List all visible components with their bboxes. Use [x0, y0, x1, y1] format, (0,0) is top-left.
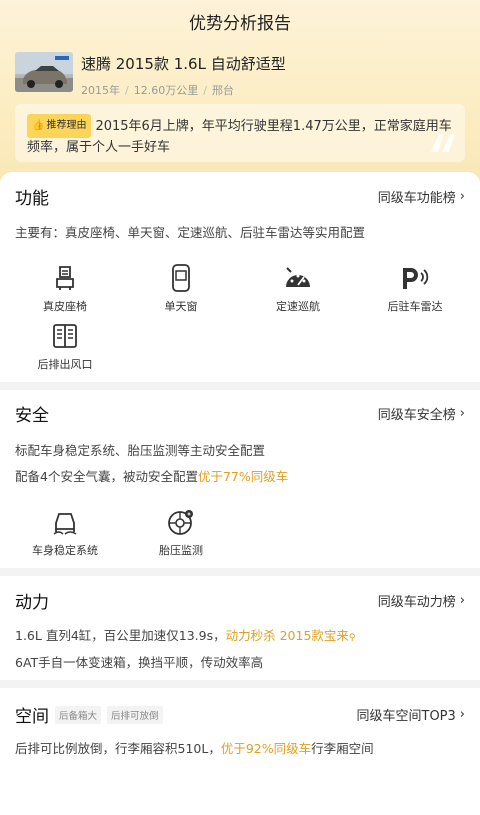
chevron-right-icon: › — [459, 593, 465, 608]
space-tag: 后备箱大 — [55, 705, 102, 724]
feature-label: 定速巡航 — [276, 300, 320, 313]
chevron-right-icon: › — [459, 707, 465, 722]
recommend-badge: 👍 推荐理由 — [27, 114, 92, 138]
power-highlight[interactable]: 动力秒杀 2015款宝来 — [226, 628, 349, 643]
sunroof-icon — [126, 264, 236, 292]
cruise-icon — [243, 264, 353, 292]
recommend-reason: 👍 推荐理由 2015年6月上牌，年平均行驶里程1.47万公里，正常家庭用车频率，属… — [15, 104, 465, 162]
feature-label: 单天窗 — [164, 300, 198, 313]
power-line-1: 1.6L 直列4缸，百公里加速仅13.9s，动力秒杀 2015款宝来⚲ — [15, 625, 356, 644]
power-rank-label: 同级车动力榜 — [377, 595, 456, 610]
feature-label: 胎压监测 — [159, 544, 203, 557]
quote-icon — [427, 130, 457, 158]
safety-highlight: 优于77%同级车 — [197, 469, 289, 484]
feature-label: 真皮座椅 — [43, 300, 87, 313]
stability-icon — [10, 508, 120, 536]
car-mileage: 12.60万公里 — [133, 84, 199, 97]
safety-line-2: 配备4个安全气囊，被动安全配置优于77%同级车 — [15, 466, 288, 485]
search-icon: ⚲ — [348, 633, 356, 643]
car-summary: 速腾 2015款 1.6L 自动舒适型 2015年/12.60万公里 / 邢台 — [15, 52, 286, 98]
function-title: 功能 — [15, 189, 49, 209]
space-line-text: 后排可比例放倒，行李厢容积510L， — [15, 741, 221, 756]
safety-title: 安全 — [15, 406, 49, 426]
power-card: 动力 同级车动力榜 › 1.6L 直列4缸，百公里加速仅13.9s，动力秒杀 20… — [0, 576, 480, 680]
tire-pressure-icon — [126, 508, 236, 536]
safety-rank-label: 同级车安全榜 — [377, 408, 456, 423]
feature-label: 后驻车雷达 — [387, 300, 443, 313]
power-rank-link[interactable]: 同级车动力榜 › — [378, 591, 465, 610]
safety-line-2-text: 配备4个安全气囊，被动安全配置 — [15, 469, 198, 484]
feature-item: 胎压监测 — [126, 508, 236, 558]
power-title: 动力 — [15, 593, 49, 613]
space-line: 后排可比例放倒，行李厢容积510L，优于92%同级车行李厢空间 — [15, 738, 374, 757]
space-line-suffix: 行李厢空间 — [311, 741, 374, 756]
thumbs-up-icon: 👍 — [32, 120, 45, 131]
car-city: 邢台 — [211, 84, 234, 97]
car-thumbnail — [15, 52, 73, 92]
function-rank-label: 同级车功能榜 — [377, 191, 456, 206]
function-card: 功能 同级车功能榜 › 主要有：真皮座椅、单天窗、定速巡航、后驻车雷达等实用配置 … — [0, 172, 480, 382]
feature-item: 单天窗 — [126, 264, 236, 314]
safety-rank-link[interactable]: 同级车安全榜 › — [378, 404, 465, 423]
recommend-badge-label: 推荐理由 — [46, 120, 87, 131]
power-line-1-text: 1.6L 直列4缸，百公里加速仅13.9s， — [15, 628, 226, 643]
safety-line-1: 标配车身稳定系统、胎压监测等主动安全配置 — [15, 443, 266, 458]
seat-icon — [10, 264, 120, 292]
function-summary: 主要有：真皮座椅、单天窗、定速巡航、后驻车雷达等实用配置 — [15, 225, 366, 240]
space-title: 空间 — [15, 707, 49, 727]
car-meta: 2015年/12.60万公里 / 邢台 — [81, 84, 234, 97]
chevron-right-icon: › — [459, 406, 465, 421]
air-vent-icon — [10, 322, 120, 350]
section-divider — [0, 382, 480, 390]
feature-item: 后驻车雷达 — [360, 264, 470, 314]
space-tag: 后排可放倒 — [107, 705, 163, 724]
safety-card: 安全 同级车安全榜 › 标配车身稳定系统、胎压监测等主动安全配置 配备4个安全气囊… — [0, 390, 480, 568]
feature-item: 后排出风口 — [10, 322, 120, 372]
page-title: 优势分析报告 — [189, 14, 291, 34]
chevron-right-icon: › — [459, 189, 465, 204]
parking-radar-icon — [360, 264, 470, 292]
section-divider — [0, 568, 480, 576]
car-name: 速腾 2015款 1.6L 自动舒适型 — [81, 55, 286, 73]
power-line-2: 6AT手自一体变速箱，换挡平顺，传动效率高 — [15, 655, 264, 670]
function-rank-link[interactable]: 同级车功能榜 › — [378, 187, 465, 206]
feature-item: 车身稳定系统 — [10, 508, 120, 558]
space-card: 空间 后备箱大 后排可放倒 同级车空间TOP3 › 后排可比例放倒，行李厢容积51… — [0, 688, 480, 815]
space-rank-link[interactable]: 同级车空间TOP3 › — [357, 705, 466, 724]
section-divider — [0, 680, 480, 688]
space-highlight: 优于92%同级车 — [220, 741, 312, 756]
feature-item: 真皮座椅 — [10, 264, 120, 314]
feature-label: 车身稳定系统 — [32, 544, 98, 557]
space-rank-label: 同级车空间TOP3 — [356, 709, 456, 724]
car-year: 2015年 — [81, 84, 120, 97]
feature-item: 定速巡航 — [243, 264, 353, 314]
feature-label: 后排出风口 — [37, 358, 93, 371]
